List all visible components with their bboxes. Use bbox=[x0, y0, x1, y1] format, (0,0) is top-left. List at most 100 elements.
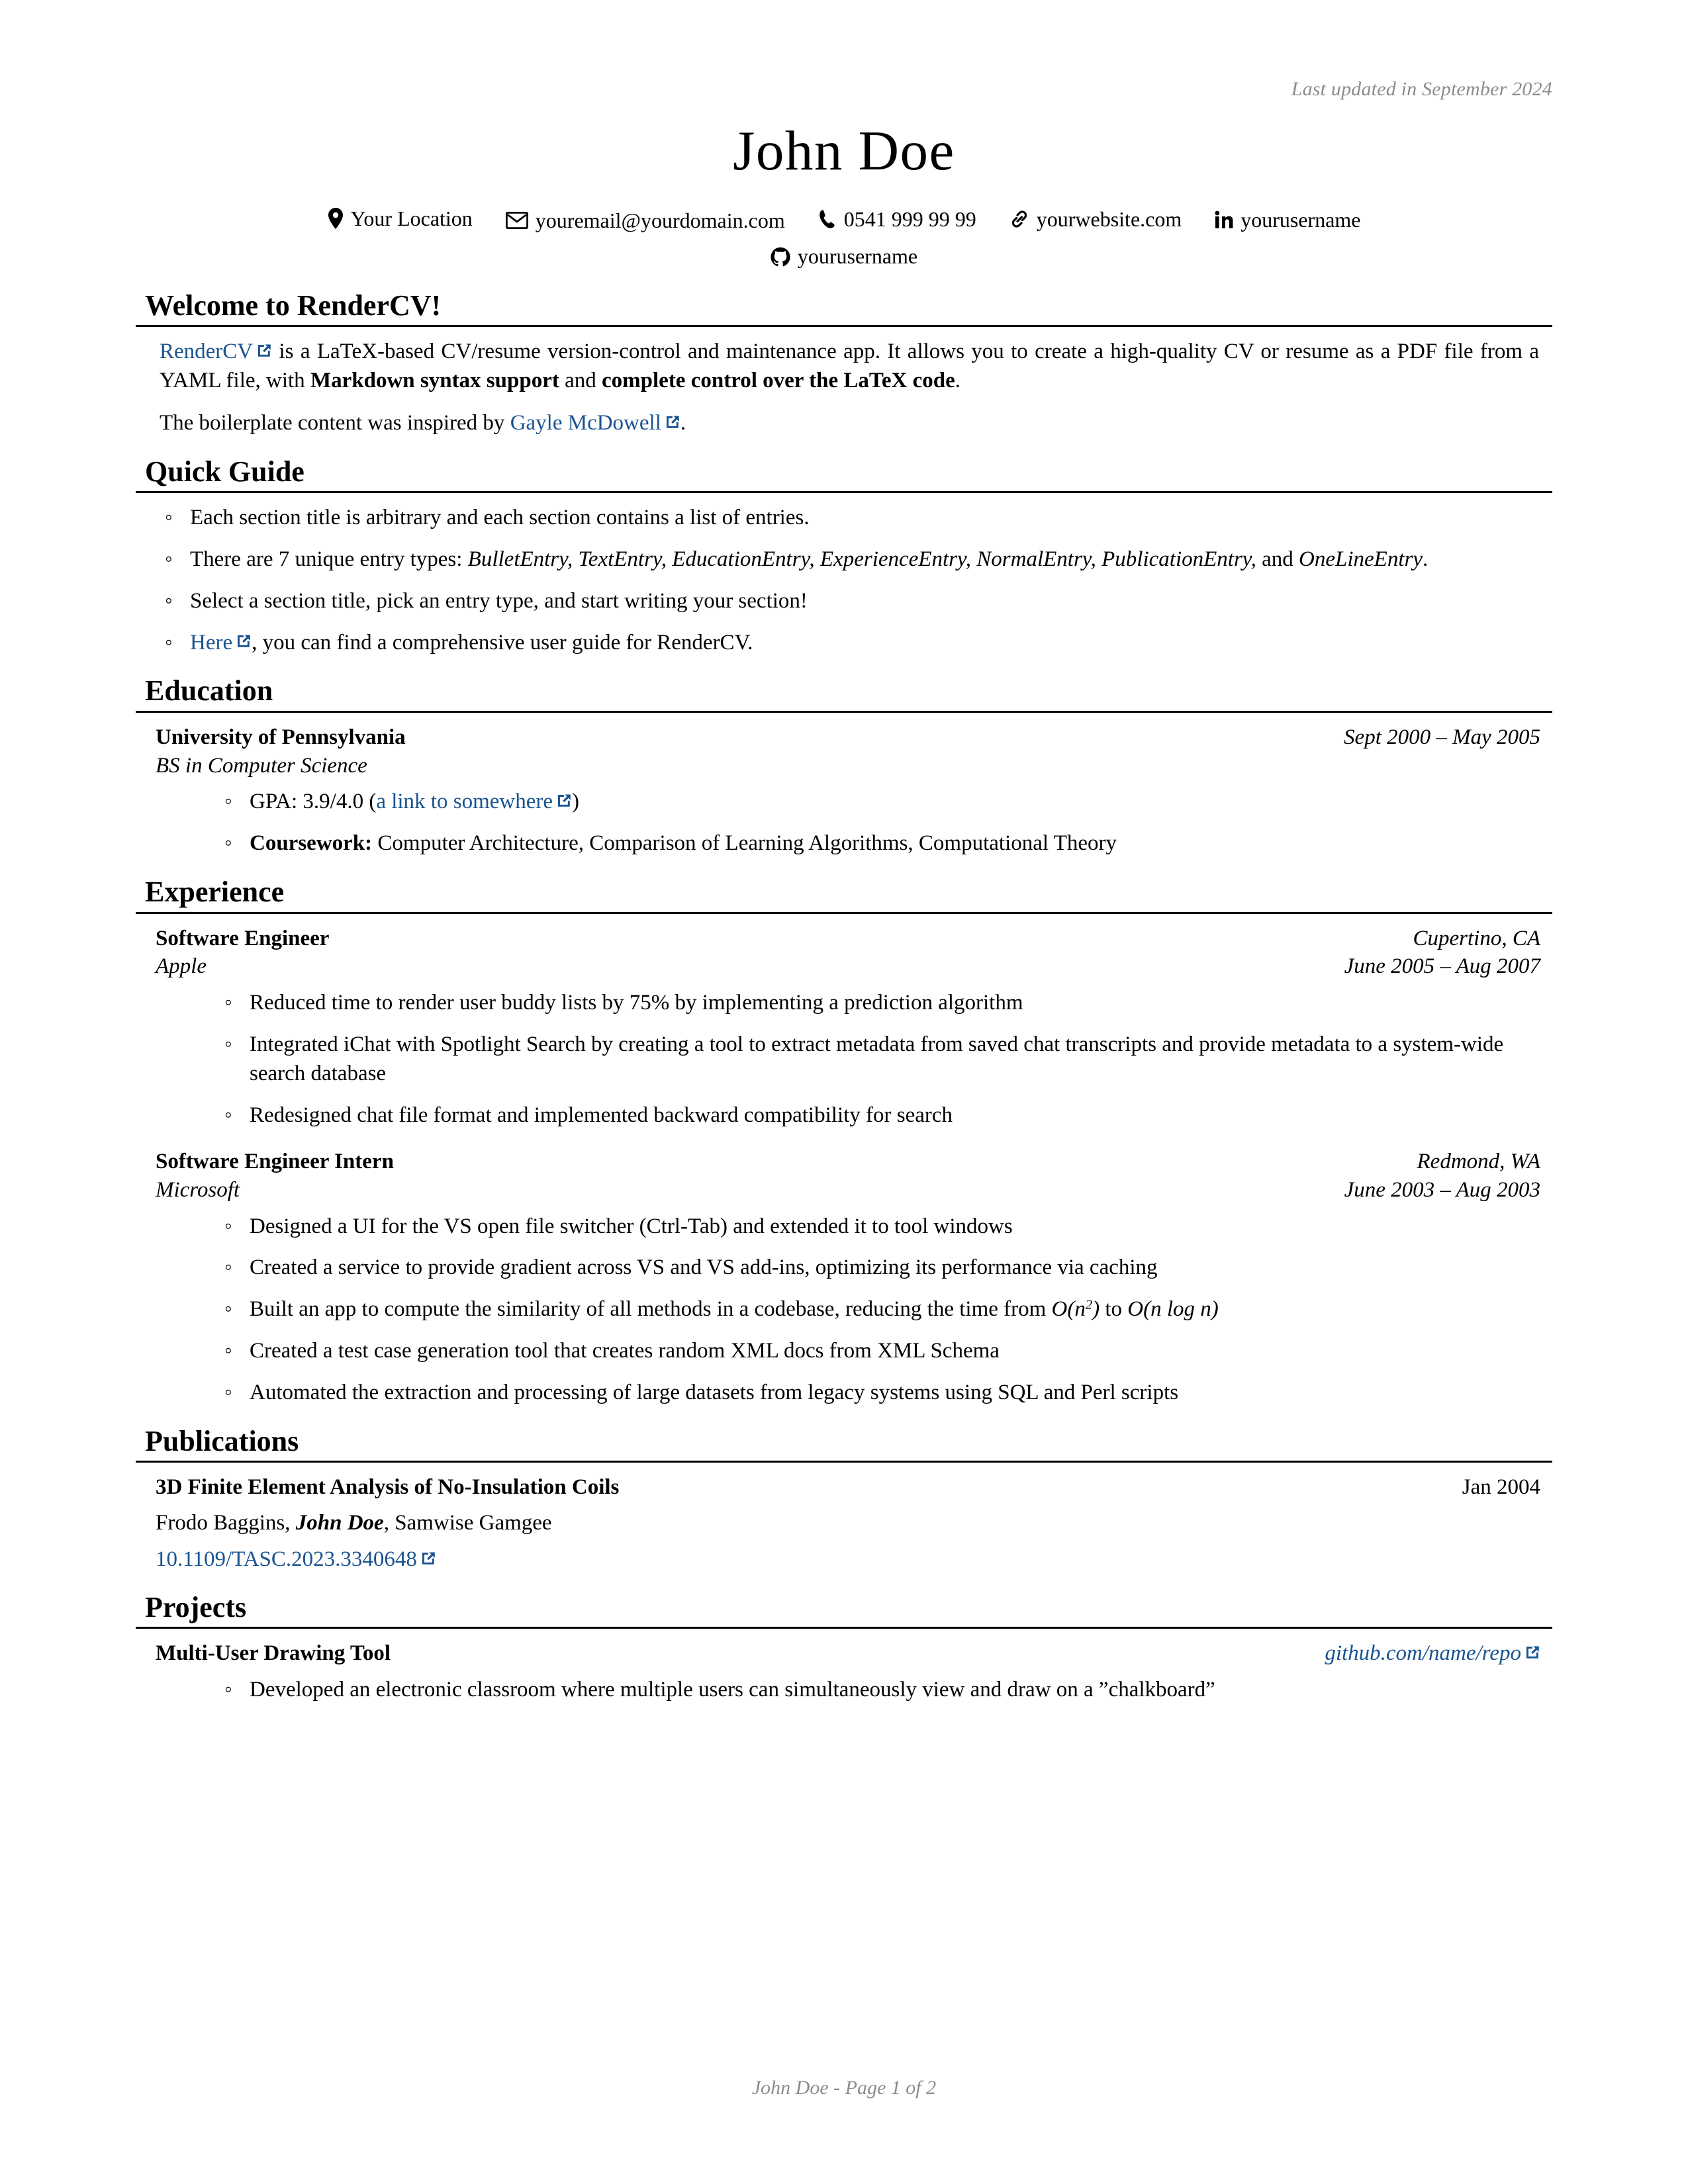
company-name: Microsoft bbox=[156, 1177, 240, 1202]
section-rule bbox=[136, 490, 1552, 493]
list-item: Redesigned chat file format and implemen… bbox=[219, 1101, 1527, 1130]
section-title-quick-guide: Quick Guide bbox=[145, 455, 305, 488]
section-rule bbox=[136, 1627, 1552, 1629]
contact-github[interactable]: yourusername bbox=[771, 241, 917, 271]
user-guide-link[interactable]: Here bbox=[190, 631, 252, 655]
job-position: Software Engineer Intern bbox=[156, 1149, 394, 1173]
publication-authors: Frodo Baggins, John Doe, Samwise Gamgee bbox=[156, 1511, 552, 1535]
list-item: There are 7 unique entry types: BulletEn… bbox=[160, 545, 1539, 574]
contact-row-second-line: yourusername bbox=[136, 241, 1552, 271]
company-name: Apple bbox=[156, 954, 207, 979]
big-o-squared: O(n2) bbox=[1051, 1297, 1100, 1322]
contact-email[interactable]: youremail@yourdomain.com bbox=[505, 205, 785, 236]
experience-entry-header: Software Engineer Intern Redmond, WA bbox=[156, 1148, 1540, 1176]
contact-info-row: Your Location youremail@yourdomain.com 0… bbox=[136, 203, 1552, 272]
contact-location-text: Your Location bbox=[350, 206, 473, 230]
list-item: Reduced time to render user buddy lists … bbox=[219, 989, 1527, 1018]
project-repo-link[interactable]: github.com/name/repo bbox=[1325, 1641, 1540, 1665]
section-publications: Publications 3D Finite Element Analysis … bbox=[136, 1425, 1552, 1574]
big-o-nlogn: O(n log n) bbox=[1127, 1297, 1219, 1322]
entry-types-3: OneLineEntry bbox=[1299, 547, 1423, 571]
rendercv-link[interactable]: RenderCV bbox=[160, 340, 272, 363]
envelope-icon bbox=[505, 212, 528, 230]
author-self: John Doe bbox=[295, 1511, 384, 1535]
list-item: Created a test case generation tool that… bbox=[219, 1337, 1527, 1366]
section-title-experience: Experience bbox=[145, 876, 285, 909]
list-item: Designed a UI for the VS open file switc… bbox=[219, 1212, 1527, 1242]
section-rule bbox=[136, 710, 1552, 713]
quick-guide-list: Each section title is arbitrary and each… bbox=[136, 504, 1552, 658]
project-highlights: Developed an electronic classroom where … bbox=[156, 1676, 1540, 1705]
experience-entry: Software Engineer Intern Redmond, WA Mic… bbox=[136, 1148, 1552, 1408]
gayle-mcdowell-link[interactable]: Gayle McDowell bbox=[510, 411, 680, 435]
welcome-bold-1: Markdown syntax support bbox=[310, 368, 559, 392]
education-highlights: GPA: 3.9/4.0 (a link to somewhere) Cours… bbox=[156, 788, 1540, 858]
project-entry-header: Multi-User Drawing Tool github.com/name/… bbox=[156, 1639, 1540, 1668]
project-title: Multi-User Drawing Tool bbox=[156, 1641, 391, 1666]
list-item: Built an app to compute the similarity o… bbox=[219, 1295, 1527, 1324]
experience-entry-subheader: Apple June 2005 – Aug 2007 bbox=[156, 952, 1540, 981]
link-icon bbox=[1009, 209, 1029, 229]
page-title: John Doe bbox=[733, 120, 955, 182]
job-location: Cupertino, CA bbox=[1413, 926, 1540, 950]
section-projects: Projects Multi-User Drawing Tool github.… bbox=[136, 1591, 1552, 1705]
experience-entry-subheader: Microsoft June 2003 – Aug 2003 bbox=[156, 1176, 1540, 1205]
github-icon bbox=[771, 247, 790, 267]
project-entry-body: Developed an electronic classroom where … bbox=[156, 1676, 1540, 1705]
doi-link[interactable]: 10.1109/TASC.2023.3340648 bbox=[156, 1547, 436, 1571]
experience-entry: Software Engineer Cupertino, CA Apple Ju… bbox=[136, 925, 1552, 1130]
job-dates: June 2005 – Aug 2007 bbox=[1344, 954, 1540, 979]
welcome-paragraph-1: RenderCV is a LaTeX-based CV/resume vers… bbox=[160, 340, 1539, 392]
education-entry-body: GPA: 3.9/4.0 (a link to somewhere) Cours… bbox=[156, 788, 1540, 858]
job-location: Redmond, WA bbox=[1417, 1149, 1540, 1173]
project-entry: Multi-User Drawing Tool github.com/name/… bbox=[136, 1639, 1552, 1705]
contact-github-text: yourusername bbox=[797, 244, 918, 269]
institution-name: University of Pennsylvania bbox=[156, 725, 406, 749]
contact-phone[interactable]: 0541 999 99 99 bbox=[818, 204, 976, 234]
external-link-icon bbox=[256, 343, 272, 359]
external-link-icon bbox=[1524, 1645, 1540, 1661]
linkedin-icon bbox=[1215, 210, 1233, 229]
welcome-bold-2: complete control over the LaTeX code bbox=[602, 368, 955, 392]
list-item: Each section title is arbitrary and each… bbox=[160, 504, 1539, 533]
section-experience: Experience Software Engineer Cupertino, … bbox=[136, 876, 1552, 1408]
contact-linkedin[interactable]: yourusername bbox=[1215, 205, 1361, 235]
section-quick-guide: Quick Guide Each section title is arbitr… bbox=[136, 455, 1552, 658]
section-welcome: Welcome to RenderCV! RenderCV is a LaTeX… bbox=[136, 289, 1552, 438]
degree-name: BS in Computer Science bbox=[156, 753, 367, 778]
location-pin-icon bbox=[328, 208, 344, 230]
section-rule bbox=[136, 1461, 1552, 1463]
publication-entry-header: 3D Finite Element Analysis of No-Insulat… bbox=[156, 1473, 1540, 1502]
section-title-education: Education bbox=[145, 674, 273, 707]
external-link-icon bbox=[236, 633, 252, 649]
phone-icon bbox=[818, 209, 837, 229]
contact-linkedin-text: yourusername bbox=[1241, 208, 1361, 232]
job-dates: June 2003 – Aug 2003 bbox=[1344, 1177, 1540, 1202]
education-dates: Sept 2000 – May 2005 bbox=[1344, 725, 1540, 749]
cv-page: Last updated in September 2024 John Doe … bbox=[0, 0, 1688, 2184]
experience-highlights: Designed a UI for the VS open file switc… bbox=[156, 1212, 1540, 1408]
list-item: Created a service to provide gradient ac… bbox=[219, 1253, 1527, 1283]
experience-entry-body: Reduced time to render user buddy lists … bbox=[156, 989, 1540, 1130]
coursework-label: Coursework: bbox=[250, 831, 373, 856]
external-link-icon bbox=[420, 1551, 436, 1567]
list-item: Coursework: Computer Architecture, Compa… bbox=[219, 829, 1527, 858]
section-title-welcome: Welcome to RenderCV! bbox=[145, 289, 442, 322]
section-education: Education University of Pennsylvania Sep… bbox=[136, 674, 1552, 858]
section-rule bbox=[136, 911, 1552, 914]
publication-doi: 10.1109/TASC.2023.3340648 bbox=[156, 1545, 1540, 1574]
list-item: Select a section title, pick an entry ty… bbox=[160, 587, 1539, 616]
last-updated-text: Last updated in September 2024 bbox=[1291, 78, 1552, 100]
education-entry-subheader: BS in Computer Science bbox=[156, 752, 1540, 780]
publication-entry: 3D Finite Element Analysis of No-Insulat… bbox=[136, 1473, 1552, 1574]
publication-date: Jan 2004 bbox=[1462, 1475, 1540, 1500]
external-link-icon bbox=[556, 793, 572, 809]
contact-location[interactable]: Your Location bbox=[328, 203, 473, 234]
list-item: Developed an electronic classroom where … bbox=[219, 1676, 1527, 1705]
gpa-link[interactable]: a link to somewhere bbox=[376, 790, 572, 813]
section-title-publications: Publications bbox=[145, 1424, 299, 1457]
contact-website[interactable]: yourwebsite.com bbox=[1009, 204, 1182, 234]
contact-website-text: yourwebsite.com bbox=[1036, 207, 1182, 231]
job-position: Software Engineer bbox=[156, 926, 330, 950]
entry-types-1: BulletEntry, TextEntry, EducationEntry, … bbox=[467, 547, 1096, 571]
